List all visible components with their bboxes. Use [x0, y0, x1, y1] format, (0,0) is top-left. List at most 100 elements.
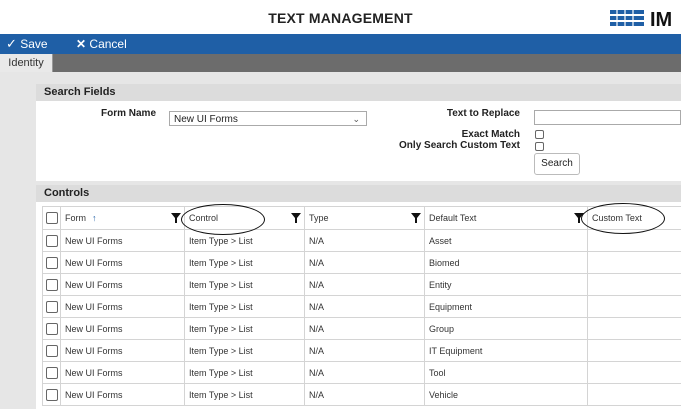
column-label-control: Control — [189, 213, 219, 223]
cell-control: Item Type > List — [184, 295, 305, 318]
row-select-cell — [42, 251, 61, 274]
cell-type: N/A — [304, 229, 425, 252]
tab-bar: Identity — [0, 54, 681, 72]
tab-identity[interactable]: Identity — [0, 54, 53, 72]
select-all-cell — [42, 206, 61, 230]
controls-heading: Controls — [36, 185, 681, 202]
search-button[interactable]: Search — [534, 153, 580, 175]
table-row[interactable]: New UI Forms Item Type > List N/A Asset — [42, 229, 681, 252]
table-row[interactable]: New UI Forms Item Type > List N/A Equipment — [42, 295, 681, 318]
cell-control: Item Type > List — [184, 273, 305, 296]
row-select-cell — [42, 317, 61, 340]
form-name-label: Form Name — [100, 108, 156, 119]
cancel-button[interactable]: ✕ Cancel — [76, 36, 127, 52]
form-name-value: New UI Forms — [174, 114, 238, 125]
row-checkbox[interactable] — [45, 278, 58, 291]
cell-type: N/A — [304, 339, 425, 362]
column-header-default-text[interactable]: Default Text — [424, 206, 588, 230]
cell-type: N/A — [304, 317, 425, 340]
cell-form: New UI Forms — [60, 251, 185, 274]
filter-icon[interactable] — [574, 213, 584, 223]
cell-form: New UI Forms — [60, 295, 185, 318]
table-row[interactable]: New UI Forms Item Type > List N/A Biomed — [42, 251, 681, 274]
table-row[interactable]: New UI Forms Item Type > List N/A Vehicle — [42, 383, 681, 406]
row-checkbox[interactable] — [45, 344, 58, 357]
save-button[interactable]: ✓ Save — [6, 36, 48, 52]
action-toolbar: ✓ Save ✕ Cancel — [0, 34, 681, 54]
controls-table: Form ↑ Control Type Default Text Custom … — [42, 206, 681, 406]
cell-custom-text[interactable] — [587, 251, 681, 274]
cell-default-text: Equipment — [424, 295, 588, 318]
table-row[interactable]: New UI Forms Item Type > List N/A Group — [42, 317, 681, 340]
row-checkbox[interactable] — [45, 322, 58, 335]
column-header-control[interactable]: Control — [184, 206, 305, 230]
cell-default-text: Biomed — [424, 251, 588, 274]
sort-ascending-icon[interactable]: ↑ — [92, 213, 97, 223]
cell-custom-text[interactable] — [587, 383, 681, 406]
table-header-row: Form ↑ Control Type Default Text Custom … — [42, 206, 681, 230]
column-label-custom-text: Custom Text — [592, 213, 642, 223]
table-row[interactable]: New UI Forms Item Type > List N/A Entity — [42, 273, 681, 296]
cell-custom-text[interactable] — [587, 229, 681, 252]
table-row[interactable]: New UI Forms Item Type > List N/A Tool — [42, 361, 681, 384]
page-title: TEXT MANAGEMENT — [268, 10, 413, 26]
row-checkbox[interactable] — [45, 388, 58, 401]
column-label-form: Form — [65, 213, 86, 223]
cell-type: N/A — [304, 361, 425, 384]
cell-type: N/A — [304, 273, 425, 296]
cell-form: New UI Forms — [60, 273, 185, 296]
text-to-replace-input[interactable] — [534, 110, 681, 125]
cell-control: Item Type > List — [184, 229, 305, 252]
cell-default-text: Vehicle — [424, 383, 588, 406]
controls-panel: Controls Form ↑ Control Type Default Tex… — [36, 185, 681, 409]
row-checkbox[interactable] — [45, 234, 58, 247]
chevron-down-icon: ⌄ — [352, 114, 360, 124]
column-label-default-text: Default Text — [429, 213, 477, 223]
cell-custom-text[interactable] — [587, 317, 681, 340]
row-checkbox[interactable] — [45, 256, 58, 269]
table-row[interactable]: New UI Forms Item Type > List N/A IT Equipm… — [42, 339, 681, 362]
svg-text:IM: IM — [650, 9, 672, 29]
company-logo: IM — [610, 9, 672, 29]
cell-custom-text[interactable] — [587, 273, 681, 296]
filter-icon[interactable] — [411, 213, 421, 223]
row-select-cell — [42, 295, 61, 318]
cell-form: New UI Forms — [60, 361, 185, 384]
form-name-select[interactable]: New UI Forms ⌄ — [169, 111, 367, 126]
column-header-custom-text[interactable]: Custom Text — [587, 206, 681, 230]
filter-icon[interactable] — [171, 213, 181, 223]
cell-custom-text[interactable] — [587, 361, 681, 384]
cell-type: N/A — [304, 383, 425, 406]
cell-default-text: Group — [424, 317, 588, 340]
row-select-cell — [42, 229, 61, 252]
only-custom-text-label: Only Search Custom Text — [399, 140, 520, 151]
cell-custom-text[interactable] — [587, 339, 681, 362]
cell-default-text: Asset — [424, 229, 588, 252]
row-select-cell — [42, 361, 61, 384]
only-custom-text-checkbox[interactable] — [535, 142, 544, 151]
text-to-replace-label: Text to Replace — [446, 108, 520, 119]
cell-default-text: Entity — [424, 273, 588, 296]
cell-form: New UI Forms — [60, 383, 185, 406]
cell-control: Item Type > List — [184, 383, 305, 406]
column-header-type[interactable]: Type — [304, 206, 425, 230]
cell-control: Item Type > List — [184, 361, 305, 384]
column-header-form[interactable]: Form ↑ — [60, 206, 185, 230]
checkmark-icon: ✓ — [6, 36, 17, 51]
exact-match-label: Exact Match — [461, 129, 520, 140]
filter-icon[interactable] — [291, 213, 301, 223]
cell-custom-text[interactable] — [587, 295, 681, 318]
app-header: TEXT MANAGEMENT IM — [0, 0, 681, 34]
cancel-label: Cancel — [89, 37, 127, 51]
column-label-type: Type — [309, 213, 329, 223]
cell-form: New UI Forms — [60, 229, 185, 252]
row-checkbox[interactable] — [45, 300, 58, 313]
save-label: Save — [20, 37, 48, 51]
row-select-cell — [42, 383, 61, 406]
exact-match-checkbox[interactable] — [535, 130, 544, 139]
row-checkbox[interactable] — [45, 366, 58, 379]
cell-form: New UI Forms — [60, 339, 185, 362]
content-area: Search Fields Form Name New UI Forms ⌄ T… — [0, 72, 681, 409]
select-all-checkbox[interactable] — [45, 212, 58, 224]
search-fields-panel: Search Fields Form Name New UI Forms ⌄ T… — [36, 84, 681, 181]
